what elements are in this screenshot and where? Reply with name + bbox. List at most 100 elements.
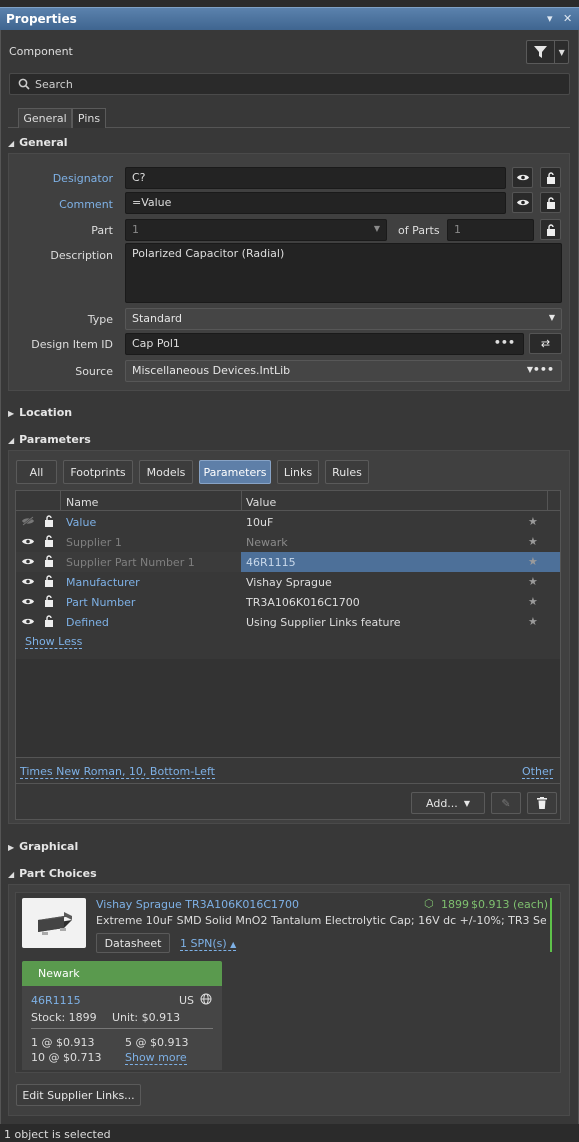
eye-icon[interactable] bbox=[22, 556, 34, 568]
part-title-link[interactable]: Vishay Sprague TR3A106K016C1700 bbox=[96, 898, 299, 911]
eye-icon[interactable] bbox=[22, 616, 34, 628]
chevron-down-icon: ▼ bbox=[463, 798, 470, 808]
section-part-choices-header[interactable]: ◢ Part Choices bbox=[8, 867, 97, 880]
add-parameter-button[interactable]: Add... ▼ bbox=[411, 792, 485, 814]
star-icon[interactable]: ★ bbox=[528, 595, 538, 608]
type-value: Standard bbox=[132, 312, 183, 325]
part-select[interactable]: 1 ▼ bbox=[125, 219, 387, 241]
eye-icon[interactable] bbox=[22, 576, 34, 588]
supplier-unit-price: Unit: $0.913 bbox=[112, 1011, 181, 1024]
type-select[interactable]: Standard ▼ bbox=[125, 308, 562, 330]
param-value[interactable]: 10uF bbox=[246, 516, 273, 529]
swap-icon[interactable]: ⇄ bbox=[529, 333, 562, 354]
show-more-link[interactable]: Show more bbox=[125, 1051, 187, 1065]
other-link[interactable]: Other bbox=[522, 765, 554, 779]
param-value[interactable]: TR3A106K016C1700 bbox=[246, 596, 360, 609]
search-input[interactable]: Search bbox=[35, 78, 73, 91]
search-icon bbox=[18, 78, 30, 90]
of-parts-label: of Parts bbox=[398, 224, 440, 237]
eye-off-icon[interactable] bbox=[22, 516, 34, 528]
delete-icon[interactable] bbox=[527, 792, 557, 814]
param-name[interactable]: Manufacturer bbox=[66, 576, 140, 589]
param-value[interactable]: Using Supplier Links feature bbox=[246, 616, 401, 629]
chevron-down-icon: ▼ bbox=[373, 224, 380, 233]
description-field[interactable]: Polarized Capacitor (Radial) bbox=[125, 243, 562, 303]
param-name[interactable]: Supplier 1 bbox=[66, 536, 122, 549]
section-parameters-header[interactable]: ◢ Parameters bbox=[8, 433, 91, 446]
chevron-down-icon[interactable]: ▼ bbox=[554, 41, 568, 63]
param-name[interactable]: Supplier Part Number 1 bbox=[66, 556, 195, 569]
lock-icon[interactable] bbox=[540, 167, 561, 188]
lock-icon[interactable] bbox=[44, 515, 56, 527]
designator-field[interactable]: C? bbox=[125, 167, 506, 189]
table-row[interactable]: Manufacturer Vishay Sprague ★ bbox=[16, 572, 560, 592]
more-icon[interactable]: ••• bbox=[533, 363, 554, 376]
star-icon[interactable]: ★ bbox=[528, 535, 538, 548]
eye-icon[interactable] bbox=[22, 536, 34, 548]
section-graphical-title: Graphical bbox=[19, 840, 79, 853]
lock-icon[interactable] bbox=[540, 192, 561, 213]
table-row[interactable]: Supplier 1 Newark ★ bbox=[16, 532, 560, 552]
source-label: Source bbox=[75, 365, 113, 378]
lock-icon[interactable] bbox=[540, 219, 561, 240]
lock-icon[interactable] bbox=[44, 555, 56, 567]
supplier-part-link[interactable]: 46R1115 bbox=[31, 994, 81, 1007]
status-bar-area: 1 object is selected bbox=[0, 1124, 579, 1142]
lock-icon[interactable] bbox=[44, 575, 56, 587]
search-box[interactable]: Search bbox=[9, 73, 570, 95]
lock-icon[interactable] bbox=[44, 615, 56, 627]
filter-rules-button[interactable]: Rules bbox=[325, 460, 369, 484]
edit-supplier-links-button[interactable]: Edit Supplier Links... bbox=[16, 1084, 141, 1106]
filter-parameters-button[interactable]: Parameters bbox=[199, 460, 271, 484]
table-row[interactable]: Supplier Part Number 1 46R1115 ★ bbox=[16, 552, 560, 572]
filter-button[interactable]: ▼ bbox=[526, 40, 569, 64]
section-location-title: Location bbox=[19, 406, 73, 419]
status-text: 1 object is selected bbox=[4, 1128, 111, 1141]
close-icon[interactable]: ✕ bbox=[563, 12, 572, 25]
star-icon[interactable]: ★ bbox=[528, 615, 538, 628]
comment-field[interactable]: =Value bbox=[125, 192, 506, 214]
font-info-link[interactable]: Times New Roman, 10, Bottom-Left bbox=[20, 765, 215, 779]
supplier-stock: Stock: 1899 bbox=[31, 1011, 97, 1024]
eye-icon[interactable] bbox=[512, 167, 533, 188]
star-icon[interactable]: ★ bbox=[528, 515, 538, 528]
param-name[interactable]: Part Number bbox=[66, 596, 135, 609]
design-item-field[interactable]: Cap Pol1 ••• bbox=[125, 333, 524, 355]
spn-link[interactable]: 1 SPN(s) ▲ bbox=[180, 937, 237, 951]
table-row[interactable]: Value 10uF ★ bbox=[16, 512, 560, 532]
section-general-title: General bbox=[19, 136, 68, 149]
param-value[interactable]: Vishay Sprague bbox=[246, 576, 332, 589]
panel-menu-icon[interactable]: ▾ bbox=[547, 12, 553, 25]
status-bar bbox=[550, 898, 552, 952]
param-value[interactable]: 46R1115 bbox=[246, 556, 296, 569]
tab-general[interactable]: General bbox=[18, 108, 72, 128]
param-name[interactable]: Value bbox=[66, 516, 96, 529]
type-label: Type bbox=[87, 313, 113, 326]
datasheet-button[interactable]: Datasheet bbox=[96, 933, 170, 953]
column-name-header[interactable]: Name bbox=[66, 496, 98, 509]
lock-icon[interactable] bbox=[44, 595, 56, 607]
param-value[interactable]: Newark bbox=[246, 536, 288, 549]
edit-icon[interactable]: ✎ bbox=[491, 792, 521, 814]
part-stock: 1899 bbox=[441, 898, 469, 911]
filter-all-button[interactable]: All bbox=[16, 460, 57, 484]
filter-links-button[interactable]: Links bbox=[277, 460, 319, 484]
section-location-header[interactable]: ▶ Location bbox=[8, 406, 72, 419]
lock-icon[interactable] bbox=[44, 535, 56, 547]
section-graphical-header[interactable]: ▶ Graphical bbox=[8, 840, 78, 853]
source-select[interactable]: Miscellaneous Devices.IntLib ▼ ••• bbox=[125, 360, 562, 382]
eye-icon[interactable] bbox=[512, 192, 533, 213]
star-icon[interactable]: ★ bbox=[528, 555, 538, 568]
filter-models-button[interactable]: Models bbox=[139, 460, 193, 484]
tab-pins[interactable]: Pins bbox=[72, 108, 106, 128]
param-name[interactable]: Defined bbox=[66, 616, 109, 629]
show-less-link[interactable]: Show Less bbox=[25, 635, 83, 649]
star-icon[interactable]: ★ bbox=[528, 575, 538, 588]
table-row[interactable]: Defined Using Supplier Links feature ★ bbox=[16, 612, 560, 632]
section-general-header[interactable]: ◢ General bbox=[8, 136, 68, 149]
table-row[interactable]: Part Number TR3A106K016C1700 ★ bbox=[16, 592, 560, 612]
column-value-header[interactable]: Value bbox=[246, 496, 276, 509]
more-icon[interactable]: ••• bbox=[494, 336, 515, 349]
eye-icon[interactable] bbox=[22, 596, 34, 608]
filter-footprints-button[interactable]: Footprints bbox=[63, 460, 133, 484]
